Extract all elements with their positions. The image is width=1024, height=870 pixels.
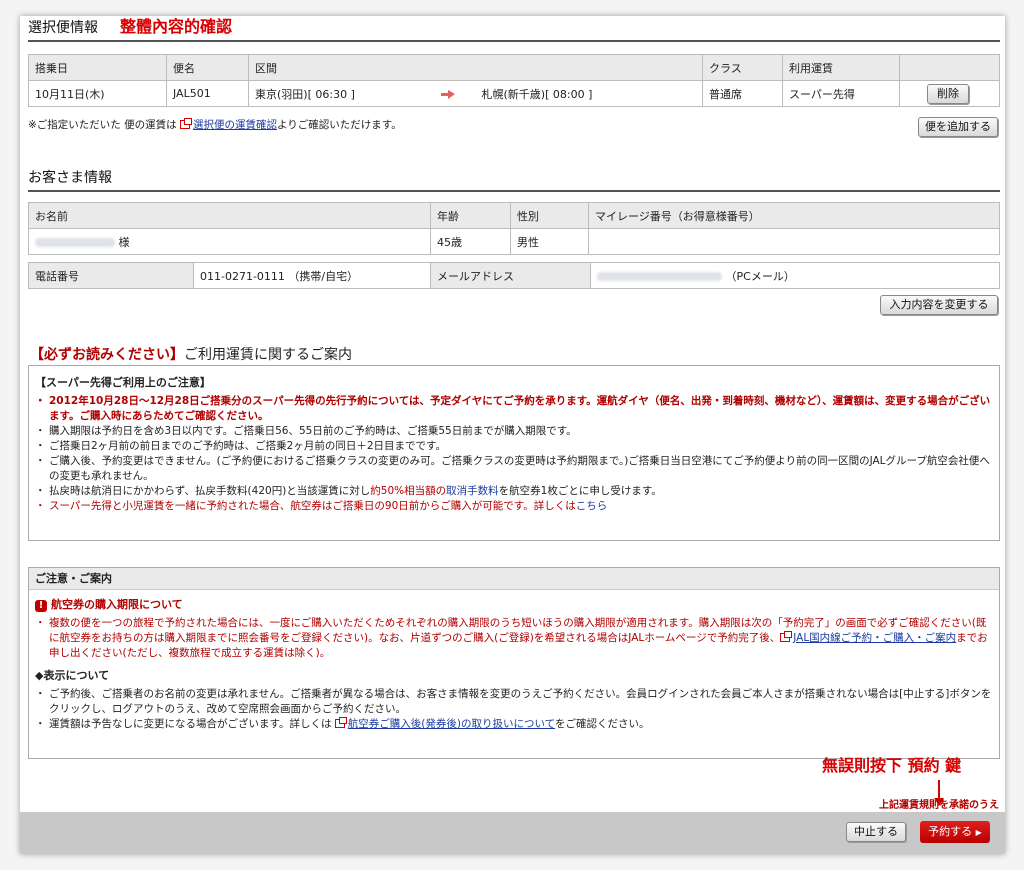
contact-table: 電話番号 011-0271-0111 （携帯/自宅） メールアドレス （PCメー… [28, 262, 1000, 289]
customer-table: お名前 年齢 性別 マイレージ番号（お得意様番号） 様 45歳 男性 [28, 202, 1000, 255]
selected-flight-header: 選択便情報 整體內容的確認 [28, 17, 1000, 42]
fare-notice-box: 【スーパー先得ご利用上のご注意】 2012年10月28日～12月28日ご搭乗分の… [28, 365, 1000, 541]
col-fare: 利用運賃 [782, 54, 900, 81]
must-read-label: 【必ずお読みください】 [30, 347, 184, 363]
agree-text: 上記運賃規則を承諾のうえ [879, 800, 999, 811]
col-action [899, 54, 1000, 81]
customer-age: 45歳 [430, 228, 511, 255]
col-age: 年齢 [430, 202, 511, 229]
mail-label: メールアドレス [430, 262, 591, 289]
list-item: ご予約後、ご搭乗者のお名前の変更は承れません。ご搭乗者が異なる場合は、お客さま情… [35, 687, 993, 717]
fare-check-link[interactable]: 選択便の運賃確認 [193, 119, 277, 131]
display-title: ◆表示について [35, 669, 110, 682]
jal-domestic-link[interactable]: JAL国内線ご予約・ご購入・ご案内 [793, 632, 956, 644]
booking-confirmation-page: 選択便情報 整體內容的確認 搭乗日 便名 区間 クラス 利用運賃 10月11日(木… [20, 16, 1005, 854]
route-from: 東京(羽田)[ 06:30 ] [248, 80, 474, 107]
blurred-name [35, 238, 115, 247]
arrow-right-icon [440, 89, 455, 99]
phone-value: 011-0271-0111 （携帯/自宅） [193, 262, 431, 289]
notice-heading: ご注意・ご案内 [29, 568, 999, 590]
external-window-icon [334, 717, 347, 728]
list-item: ご購入後、予約変更はできません。(ご予約便におけるご搭乗クラスの変更のみ可。ご搭… [35, 454, 993, 484]
phone-label: 電話番号 [28, 262, 194, 289]
external-window-icon [179, 118, 192, 129]
fare-guide-header: 【必ずお読みください】ご利用運賃に関するご案内 [30, 344, 352, 364]
col-gender: 性別 [510, 202, 589, 229]
flight-number: JAL501 [166, 80, 249, 107]
cancel-button[interactable]: 中止する [846, 822, 906, 842]
delete-cell: 削除 [899, 80, 1000, 107]
fare-note: ※ご指定いただいた 便の運賃は 選択便の運賃確認よりご確認いただけます。 [28, 118, 402, 131]
delete-button[interactable]: 削除 [927, 84, 969, 104]
col-name: お名前 [28, 202, 431, 229]
customer-info-header: お客さま情報 [28, 168, 1000, 192]
notice-box: ご注意・ご案内 !航空券の購入期限について 複数の便を一つの旅程で予約された場合… [28, 567, 1000, 759]
change-input-button[interactable]: 入力内容を変更する [880, 295, 998, 315]
list-item: 運賃額は予告なしに変更になる場合がございます。詳しくは 航空券ご購入後(発券後)… [35, 717, 993, 732]
cancel-fee-link[interactable]: 取消手数料 [446, 485, 499, 497]
seat-class: 普通席 [702, 80, 783, 107]
flight-table: 搭乗日 便名 区間 クラス 利用運賃 10月11日(木) JAL501 東京(羽… [28, 54, 1000, 107]
col-mileage: マイレージ番号（お得意様番号） [588, 202, 1000, 229]
external-window-icon [780, 631, 793, 642]
fare-type: スーパー先得 [782, 80, 900, 107]
mileage-number [588, 228, 1000, 255]
list-item: 2012年10月28日～12月28日ご搭乗分のスーパー先得の先行予約については、… [35, 394, 993, 424]
warning-icon: ! [35, 600, 47, 612]
list-item: ご搭乗日2ヶ月前の前日までのご予約時は、ご搭乗2ヶ月前の同日＋2日目までです。 [35, 439, 993, 454]
play-arrow-icon: ▶ [975, 828, 982, 837]
col-route: 区間 [248, 54, 703, 81]
after-purchase-link[interactable]: 航空券ご購入後(発券後)の取り扱いについて [348, 718, 555, 730]
blurred-email [597, 272, 722, 281]
flight-date: 10月11日(木) [28, 80, 167, 107]
details-link[interactable]: こちら [576, 500, 608, 512]
customer-name: 様 [28, 228, 431, 255]
table-row: 10月11日(木) JAL501 東京(羽田)[ 06:30 ] 札幌(新千歳)… [28, 80, 1000, 107]
fare-notice-heading: 【スーパー先得ご利用上のご注意】 [35, 376, 211, 389]
list-item: 購入期限は予約日を含め3日以内です。ご搭乗日56、55日前のご予約時は、ご搭乗5… [35, 424, 993, 439]
warning-title: ! 航空券の購入期限について [35, 596, 993, 612]
section-title: お客さま情報 [28, 170, 112, 186]
list-item: スーパー先得と小児運賃を一緒に予約された場合、航空券はご搭乗日の90日前からご購… [35, 499, 993, 514]
col-flight: 便名 [166, 54, 249, 81]
action-footer: 中止する 予約する ▶ [20, 812, 1005, 854]
annotation-overall-check: 整體內容的確認 [120, 17, 233, 36]
annotation-press-reserve: 無誤則按下 預約 鍵 [822, 756, 962, 775]
mail-value: （PCメール） [590, 262, 1000, 289]
section-title: ご利用運賃に関するご案内 [184, 347, 352, 363]
list-item: 払戻時は航消日にかかわらず、払戻手数料(420円)と当該運賃に対し約50%相当額… [35, 484, 993, 499]
col-class: クラス [702, 54, 783, 81]
add-flight-button[interactable]: 便を追加する [918, 117, 998, 137]
col-date: 搭乗日 [28, 54, 167, 81]
customer-gender: 男性 [510, 228, 589, 255]
list-item: 複数の便を一つの旅程で予約された場合には、一度にご購入いただくためそれぞれの購入… [35, 616, 993, 661]
route-to: 札幌(新千歳)[ 08:00 ] [473, 80, 703, 107]
section-title: 選択便情報 整體內容的確認 [28, 17, 233, 36]
table-row: 様 45歳 男性 [28, 228, 1000, 255]
reserve-button[interactable]: 予約する ▶ [920, 821, 990, 843]
